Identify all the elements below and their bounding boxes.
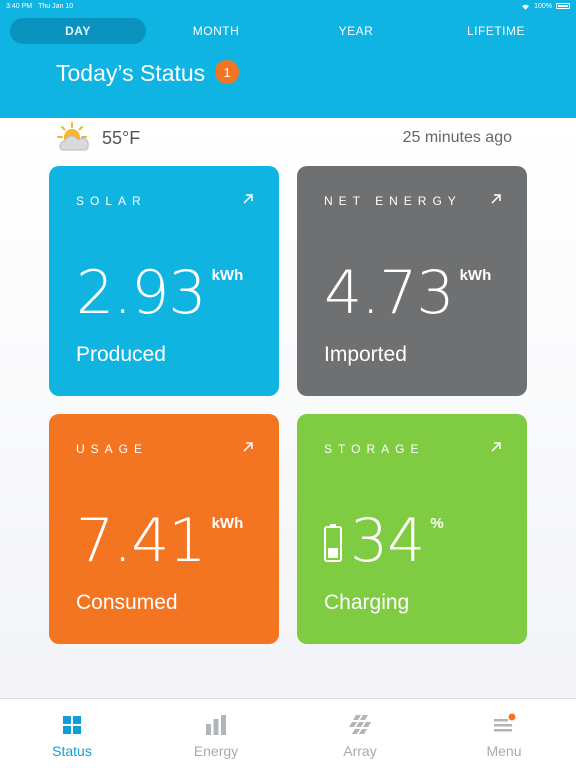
solar-panel-icon (349, 715, 371, 734)
nav-array-label: Array (343, 743, 377, 759)
storage-unit: % (430, 515, 444, 532)
net-energy-card-label: NET ENERGY (324, 194, 462, 208)
net-energy-sub: Imported (324, 343, 407, 366)
tab-day[interactable]: DAY (10, 18, 146, 44)
storage-sub: Charging (324, 591, 410, 614)
usage-card-label: USAGE (76, 442, 149, 456)
tab-lifetime[interactable]: LIFETIME (426, 18, 566, 44)
wifi-icon (522, 4, 530, 10)
storage-value-wrap: 34 % (324, 509, 444, 573)
solar-unit: kWh (211, 267, 244, 284)
expand-arrow-icon (243, 194, 253, 204)
page-title: Today’s Status (56, 60, 206, 86)
net-energy-value-wrap: 4.73 kWh (324, 261, 491, 325)
menu-icon (494, 713, 516, 732)
temperature: 55°F (102, 127, 141, 148)
status-date: Thu Jan 10 (38, 2, 74, 10)
nav-menu-label: Menu (486, 743, 522, 759)
solar-value-wrap: 2.93 kWh (76, 261, 243, 325)
nav-status-label: Status (52, 743, 92, 759)
solar-value: 2.93 (76, 258, 207, 328)
weather-row: 55°F 25 minutes ago (56, 120, 512, 156)
tab-month[interactable]: MONTH (146, 18, 286, 44)
nav-energy[interactable]: Energy (144, 699, 288, 768)
usage-value-wrap: 7.41 kWh (76, 509, 243, 573)
notification-badge[interactable]: 1 (215, 60, 240, 84)
header: 3:40 PM Thu Jan 10 100% DAY MONTH YEAR L… (0, 0, 576, 118)
storage-value: 34 (350, 506, 425, 576)
status-bar: 3:40 PM Thu Jan 10 100% (0, 0, 576, 12)
solar-card-label: SOLAR (76, 194, 147, 208)
usage-unit: kWh (211, 515, 244, 532)
usage-sub: Consumed (76, 591, 178, 614)
title-row: Today’s Status 1 (56, 60, 240, 87)
nav-menu[interactable]: Menu (432, 699, 576, 768)
net-energy-card[interactable]: NET ENERGY 4.73 kWh Imported (297, 166, 527, 396)
period-tabs: DAY MONTH YEAR LIFETIME (10, 18, 566, 44)
battery-charging-icon (324, 524, 342, 562)
status-content: 55°F 25 minutes ago SOLAR 2.93 kWh Produ… (0, 118, 576, 698)
expand-arrow-icon (491, 442, 501, 452)
partly-cloudy-icon (57, 122, 89, 151)
bottom-nav: Status Energy Array Menu (0, 698, 576, 768)
expand-arrow-icon (243, 442, 253, 452)
solar-card[interactable]: SOLAR 2.93 kWh Produced (49, 166, 279, 396)
nav-status[interactable]: Status (0, 699, 144, 768)
storage-card-label: STORAGE (324, 442, 425, 456)
net-energy-value: 4.73 (324, 258, 455, 328)
nav-energy-label: Energy (193, 743, 239, 759)
status-time: 3:40 PM (6, 2, 33, 10)
bar-chart-icon (206, 715, 226, 735)
expand-arrow-icon (491, 194, 501, 204)
last-updated: 25 minutes ago (402, 129, 512, 146)
storage-card[interactable]: STORAGE 34 % Charging (297, 414, 527, 644)
grid-icon (63, 716, 81, 734)
battery-icon (556, 3, 570, 9)
usage-value: 7.41 (76, 506, 207, 576)
solar-sub: Produced (76, 343, 166, 366)
usage-card[interactable]: USAGE 7.41 kWh Consumed (49, 414, 279, 644)
nav-array[interactable]: Array (288, 699, 432, 768)
net-energy-unit: kWh (459, 267, 492, 284)
status-battery-text: 100% (534, 2, 552, 10)
tab-year[interactable]: YEAR (286, 18, 426, 44)
